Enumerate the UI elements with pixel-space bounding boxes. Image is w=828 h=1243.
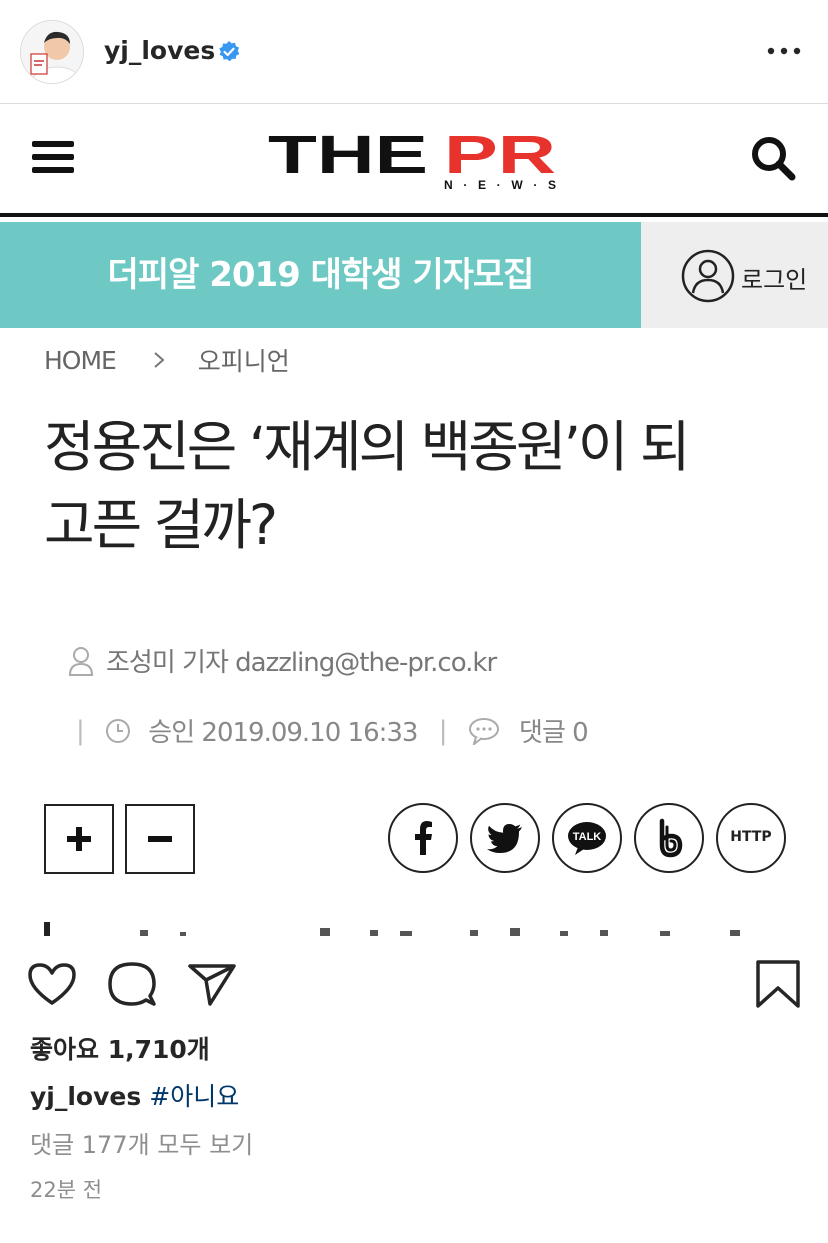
- share-twitter-button[interactable]: [470, 803, 540, 873]
- chevron-right-icon: [154, 352, 165, 368]
- verified-badge-icon: [219, 41, 240, 62]
- user-icon: [681, 249, 735, 303]
- reporter-icon: [68, 646, 94, 676]
- band-icon: [659, 818, 683, 858]
- breadcrumb-section[interactable]: 오피니언: [198, 342, 290, 378]
- menu-icon[interactable]: [32, 139, 74, 175]
- article-meta: | 승인 2019.09.10 16:33 | 댓글 0: [62, 712, 589, 749]
- view-all-comments-link[interactable]: 댓글 177개 모두 보기: [30, 1125, 253, 1160]
- avatar[interactable]: [20, 20, 84, 84]
- share-kakaotalk-button[interactable]: TALK: [552, 803, 622, 873]
- site-logo[interactable]: THE PR N · E · W · S: [268, 125, 568, 195]
- byline-text: 조성미 기자 dazzling@the-pr.co.kr: [106, 648, 497, 678]
- twitter-icon: [487, 824, 522, 853]
- share-facebook-button[interactable]: [388, 803, 458, 873]
- comment-count[interactable]: 댓글 0: [519, 712, 589, 749]
- share-band-button[interactable]: [634, 803, 704, 873]
- article-headline: 정용진은 ‘재계의 백종원’이 되 고픈 걸까?: [44, 408, 804, 564]
- divider: |: [76, 715, 85, 746]
- site-header: THE PR N · E · W · S: [0, 105, 828, 217]
- recruit-banner[interactable]: 더피알 2019 대학생 기자모집: [0, 222, 641, 328]
- login-button[interactable]: 로그인: [641, 222, 828, 328]
- facebook-icon: [415, 821, 432, 855]
- svg-text:PR: PR: [444, 125, 556, 185]
- approved-time: 승인 2019.09.10 16:33: [148, 718, 418, 748]
- divider: |: [438, 715, 448, 746]
- font-increase-button[interactable]: [44, 804, 114, 874]
- post-actions: [0, 938, 828, 1028]
- caption: yj_loves #아니요: [30, 1077, 239, 1113]
- http-label: HTTP: [730, 829, 772, 845]
- banner-text: 더피알 2019 대학생 기자모집: [107, 255, 535, 295]
- headline-line: 정용진은 ‘재계의 백종원’이 되: [44, 415, 691, 479]
- login-label: 로그인: [741, 266, 808, 294]
- svg-text:THE: THE: [268, 125, 428, 185]
- plus-icon: [67, 827, 91, 851]
- breadcrumb-home[interactable]: HOME: [44, 346, 117, 375]
- talk-icon: TALK: [568, 822, 606, 855]
- likes-count[interactable]: 좋아요 1,710개: [30, 1030, 210, 1066]
- caption-hashtag[interactable]: #아니요: [149, 1082, 239, 1111]
- more-options-icon[interactable]: [767, 44, 801, 58]
- comment-bubble-icon: [468, 717, 499, 745]
- svg-text:TALK: TALK: [573, 831, 602, 843]
- breadcrumb: HOME 오피니언: [44, 342, 290, 378]
- profile-photo: [21, 21, 83, 83]
- caption-username[interactable]: yj_loves: [30, 1082, 141, 1111]
- like-heart-icon[interactable]: [26, 958, 78, 1010]
- search-icon[interactable]: [750, 135, 796, 181]
- share-send-icon[interactable]: [186, 958, 238, 1010]
- post-timestamp: 22분 전: [30, 1178, 103, 1202]
- bookmark-icon[interactable]: [752, 958, 804, 1010]
- clock-icon: [106, 718, 131, 743]
- font-decrease-button[interactable]: [125, 804, 195, 874]
- headline-line: 고픈 걸까?: [44, 493, 278, 557]
- share-url-button[interactable]: HTTP: [716, 803, 786, 873]
- username[interactable]: yj_loves: [104, 36, 215, 65]
- byline: 조성미 기자 dazzling@the-pr.co.kr: [68, 642, 497, 679]
- minus-icon: [148, 836, 172, 842]
- post-header: yj_loves: [0, 0, 828, 104]
- clipped-article-text: [44, 922, 740, 936]
- comment-icon[interactable]: [106, 958, 158, 1010]
